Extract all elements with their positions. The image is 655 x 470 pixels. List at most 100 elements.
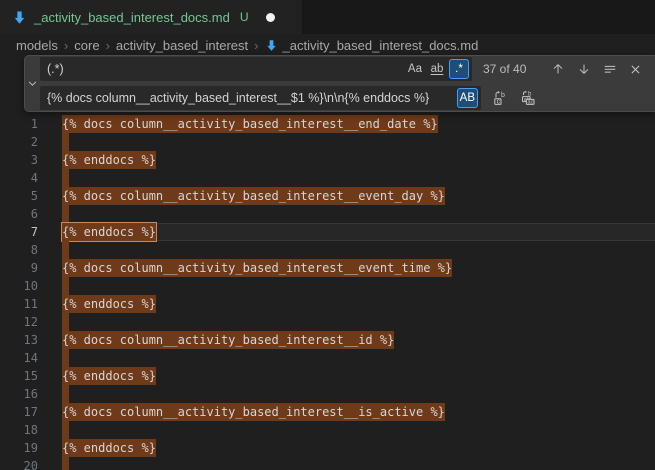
replace-button[interactable]: b c	[489, 88, 510, 109]
line-content[interactable]: {% enddocs %}	[62, 439, 655, 457]
find-match-highlight-empty	[62, 385, 69, 403]
line-number[interactable]: 14	[0, 349, 38, 367]
line-number[interactable]: 8	[0, 241, 38, 259]
tab-title: _activity_based_interest_docs.md	[34, 10, 230, 25]
previous-match-button[interactable]	[547, 59, 568, 80]
unsaved-changes-dot[interactable]	[266, 13, 275, 22]
find-match-highlight: {% enddocs %}	[62, 439, 156, 457]
find-widget: (.*) Aa ab .* 37 of 40	[24, 55, 655, 112]
find-match-highlight: {% docs column__activity_based_interest_…	[62, 331, 394, 349]
results-count: 37 of 40	[483, 62, 526, 76]
arrow-down-icon	[577, 62, 591, 76]
line-number[interactable]: 17	[0, 403, 38, 421]
line-number[interactable]: 19	[0, 439, 38, 457]
editor-line: 14	[0, 349, 655, 367]
line-content[interactable]	[62, 205, 655, 223]
line-content[interactable]	[62, 277, 655, 295]
editor-line: 13 {% docs column__activity_based_interes…	[0, 331, 655, 349]
selection-lines-icon	[603, 62, 617, 76]
line-number[interactable]: 16	[0, 385, 38, 403]
line-content[interactable]: {% docs column__activity_based_interest_…	[62, 259, 655, 277]
line-content[interactable]: {% docs column__activity_based_interest_…	[62, 115, 655, 133]
find-match-highlight: {% docs column__activity_based_interest_…	[62, 403, 445, 421]
find-match-highlight-empty	[62, 421, 69, 439]
find-match-highlight-empty	[62, 277, 69, 295]
line-content[interactable]: {% docs column__activity_based_interest_…	[62, 331, 655, 349]
line-number[interactable]: 18	[0, 421, 38, 439]
find-row: (.*) Aa ab .* 37 of 40	[40, 57, 649, 81]
editor-line: 16	[0, 385, 655, 403]
regex-button[interactable]: .*	[449, 59, 469, 79]
line-content[interactable]	[62, 421, 655, 439]
replace-all-button[interactable]: b ab ac	[517, 88, 538, 109]
editor-tab[interactable]: _activity_based_interest_docs.md U	[0, 0, 302, 34]
find-in-selection-button[interactable]	[599, 59, 620, 80]
line-content[interactable]	[62, 313, 655, 331]
find-match-highlight: {% docs column__activity_based_interest_…	[62, 187, 445, 205]
line-number[interactable]: 5	[0, 187, 38, 205]
replace-actions: b c b ab	[489, 88, 538, 109]
preserve-case-button[interactable]: AB	[457, 88, 478, 108]
breadcrumb-item[interactable]: activity_based_interest	[116, 38, 248, 53]
line-number[interactable]: 1	[0, 115, 38, 133]
find-match-highlight: {% docs column__activity_based_interest_…	[62, 259, 452, 277]
line-number[interactable]: 3	[0, 151, 38, 169]
line-number[interactable]: 15	[0, 367, 38, 385]
toggle-replace-button[interactable]	[25, 56, 40, 111]
find-widget-body: (.*) Aa ab .* 37 of 40	[40, 56, 655, 111]
replace-icon: b c	[492, 90, 508, 106]
breadcrumb-item[interactable]: models	[16, 38, 58, 53]
editor-line: 17 {% docs column__activity_based_interes…	[0, 403, 655, 421]
find-input[interactable]: (.*) Aa ab .*	[40, 57, 472, 81]
line-number[interactable]: 2	[0, 133, 38, 151]
tab-bar: _activity_based_interest_docs.md U	[0, 0, 655, 34]
line-content[interactable]	[62, 457, 655, 470]
breadcrumb-file-label: _activity_based_interest_docs.md	[283, 38, 479, 53]
editor-line: 6	[0, 205, 655, 223]
line-number[interactable]: 12	[0, 313, 38, 331]
breadcrumb-item[interactable]: core	[74, 38, 99, 53]
breadcrumb: models›core›activity_based_interest› _ac…	[0, 35, 655, 56]
replace-row: {% docs column__activity_based_interest_…	[40, 86, 649, 110]
replace-input[interactable]: {% docs column__activity_based_interest_…	[40, 86, 481, 110]
line-number[interactable]: 9	[0, 259, 38, 277]
line-number[interactable]: 4	[0, 169, 38, 187]
find-match-highlight-empty	[62, 457, 69, 470]
line-content[interactable]: {% enddocs %}	[62, 223, 655, 241]
match-case-button[interactable]: Aa	[405, 59, 425, 79]
line-content[interactable]: {% docs column__activity_based_interest_…	[62, 403, 655, 421]
chevron-down-icon	[27, 78, 38, 89]
editor-line: 18	[0, 421, 655, 439]
line-content[interactable]: {% docs column__activity_based_interest_…	[62, 187, 655, 205]
line-content[interactable]	[62, 349, 655, 367]
line-number[interactable]: 11	[0, 295, 38, 313]
svg-text:c: c	[496, 98, 500, 105]
line-content[interactable]: {% enddocs %}	[62, 295, 655, 313]
line-content[interactable]	[62, 169, 655, 187]
replace-all-icon: b ab ac	[520, 90, 536, 106]
replace-value-text: {% docs column__activity_based_interest_…	[47, 91, 455, 105]
line-number[interactable]: 10	[0, 277, 38, 295]
close-find-button[interactable]	[625, 59, 646, 80]
line-content[interactable]: {% enddocs %}	[62, 151, 655, 169]
line-number[interactable]: 13	[0, 331, 38, 349]
find-query-text: (.*)	[47, 62, 403, 76]
editor-line: 4	[0, 169, 655, 187]
breadcrumb-separator: ›	[254, 38, 258, 53]
next-match-button[interactable]	[573, 59, 594, 80]
whole-word-button[interactable]: ab	[427, 59, 447, 79]
breadcrumb-file[interactable]: _activity_based_interest_docs.md	[265, 38, 479, 53]
breadcrumb-folders: models›core›activity_based_interest›	[16, 38, 259, 53]
line-content[interactable]: {% enddocs %}	[62, 367, 655, 385]
line-content[interactable]	[62, 241, 655, 259]
find-match-highlight-empty	[62, 241, 69, 259]
line-number[interactable]: 7	[0, 223, 38, 241]
line-number[interactable]: 20	[0, 457, 38, 470]
line-content[interactable]	[62, 133, 655, 151]
line-content[interactable]	[62, 385, 655, 403]
line-number[interactable]: 6	[0, 205, 38, 223]
find-match-highlight-empty	[62, 313, 69, 331]
editor-pane: 1 {% docs column__activity_based_interest…	[0, 56, 655, 470]
breadcrumb-separator: ›	[64, 38, 68, 53]
editor-line: 3 {% enddocs %}	[0, 151, 655, 169]
